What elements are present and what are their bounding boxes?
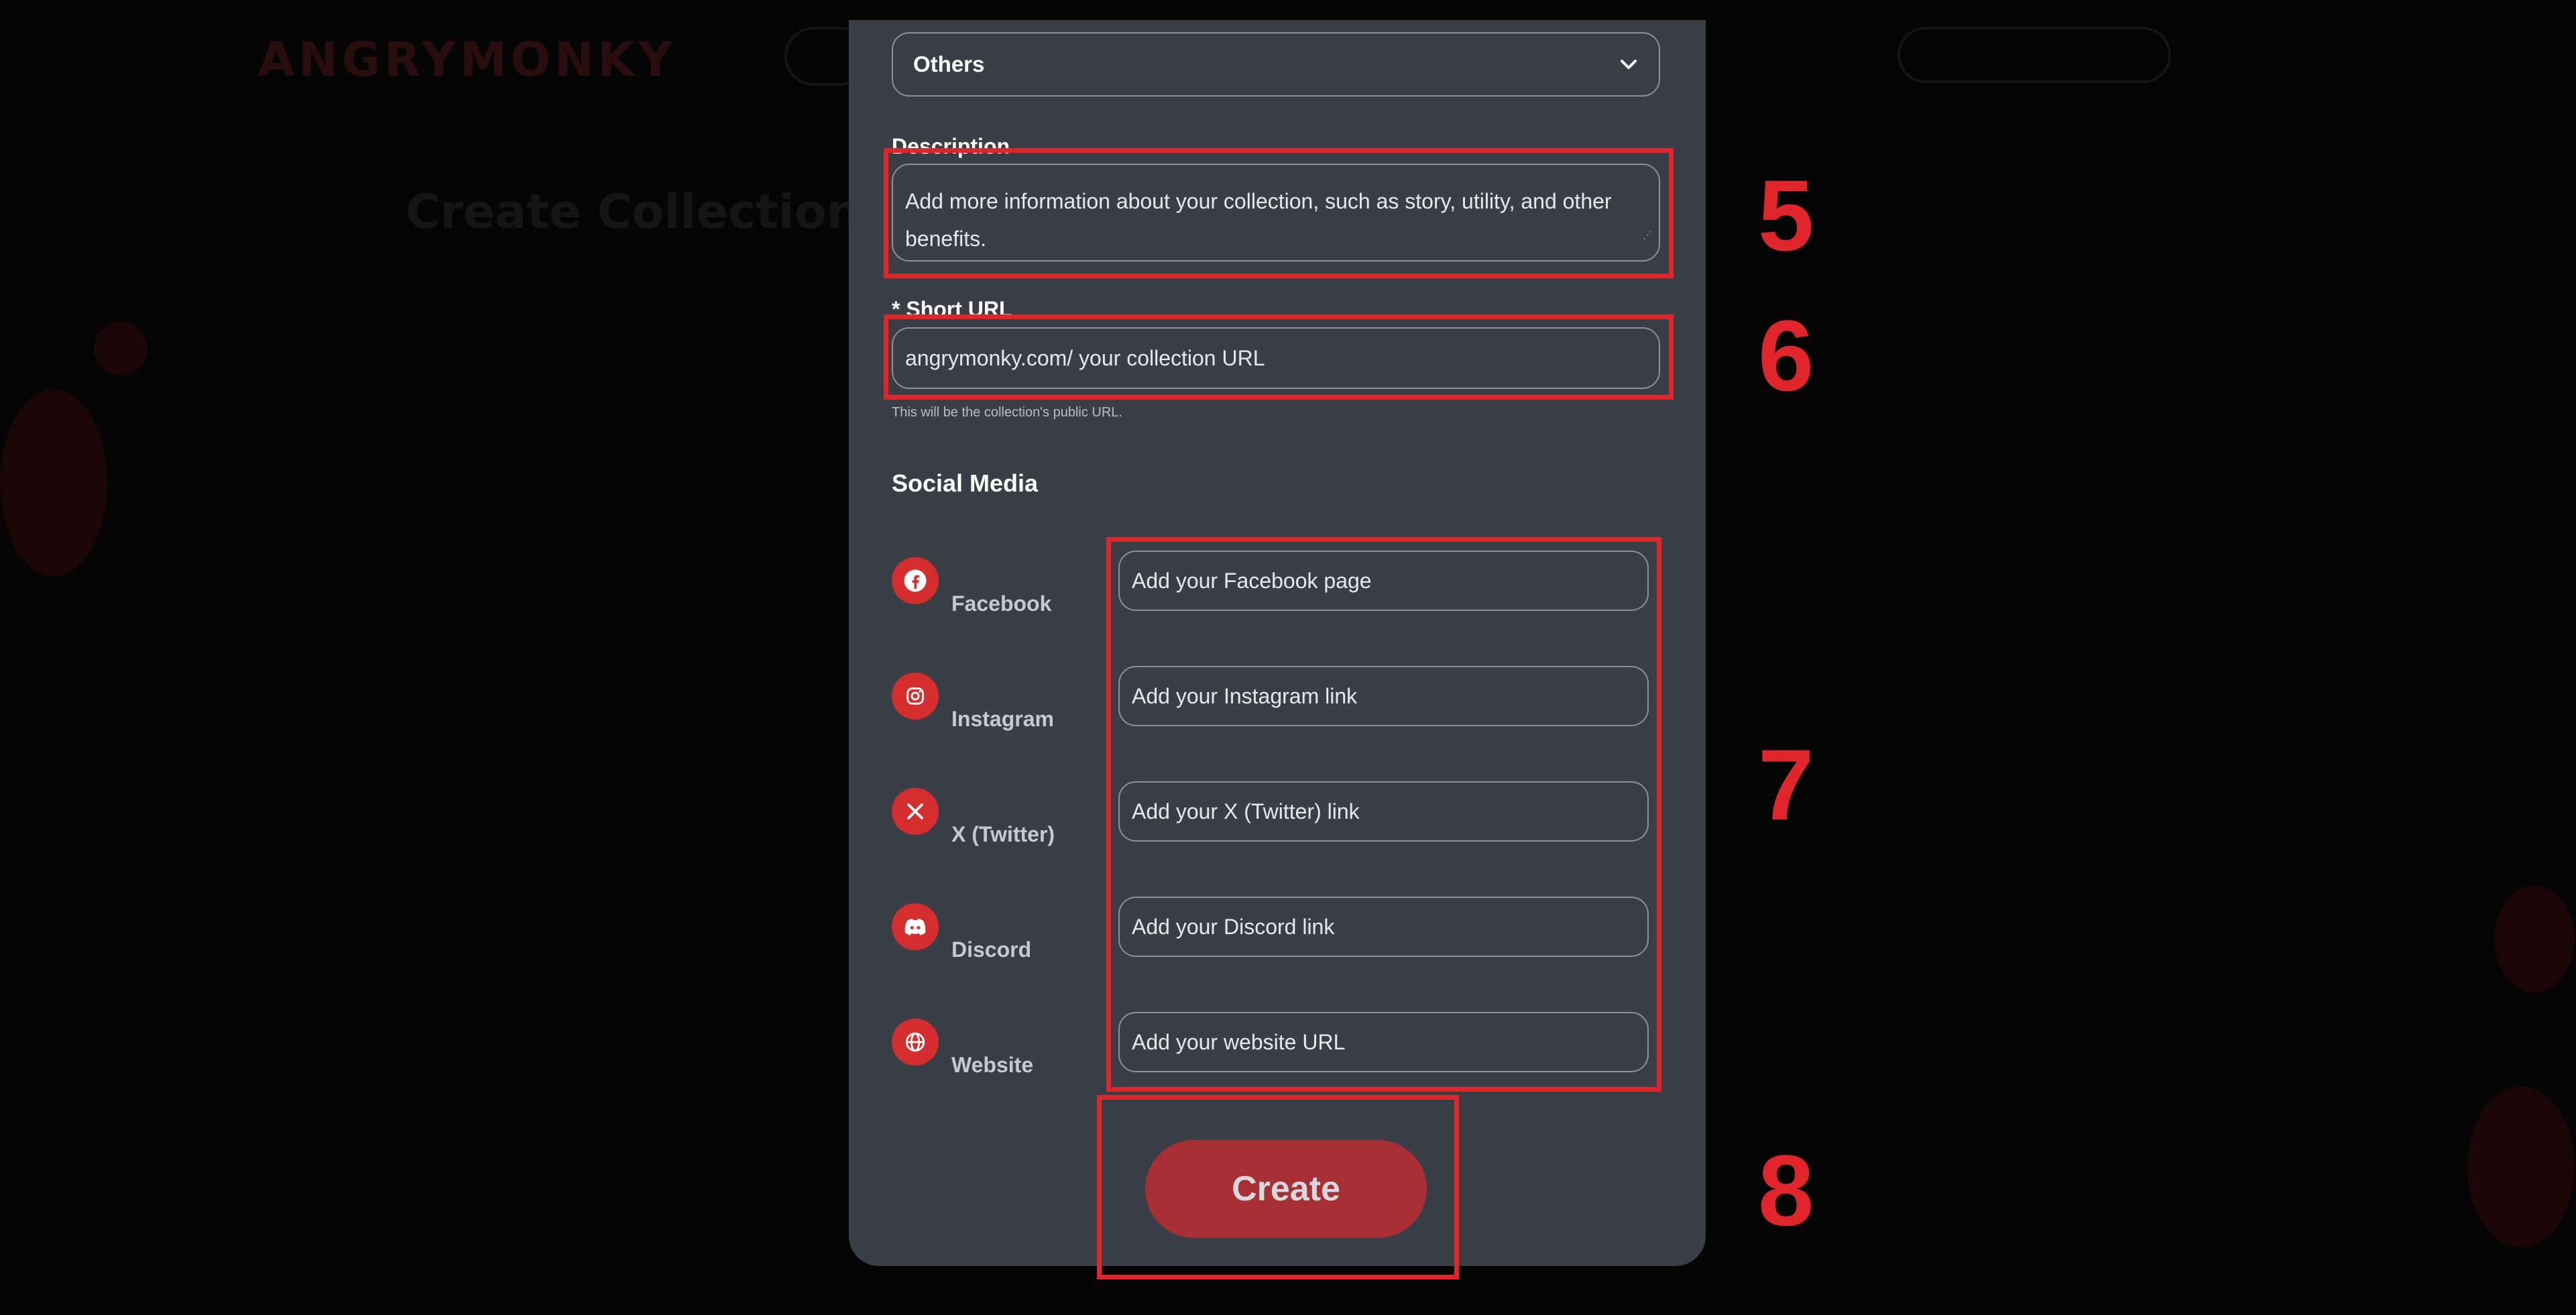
- background-decoration: [94, 322, 148, 376]
- x-twitter-icon: [892, 788, 939, 835]
- instagram-icon: [892, 673, 939, 720]
- background-decoration: [0, 389, 107, 577]
- background-wallet-pill: [1897, 27, 2171, 83]
- facebook-label: Facebook: [951, 591, 1052, 616]
- background-decoration: [2494, 885, 2575, 992]
- category-select[interactable]: Others: [892, 32, 1660, 97]
- background-decoration: [2467, 1086, 2575, 1247]
- x-twitter-label: X (Twitter): [951, 822, 1055, 846]
- annotation-box-social-media: [1106, 537, 1661, 1092]
- chevron-down-icon: [1621, 60, 1637, 69]
- discord-label: Discord: [951, 937, 1032, 962]
- annotation-number: 7: [1758, 728, 1814, 841]
- annotation-box-create: [1097, 1095, 1459, 1279]
- annotation-number: 5: [1758, 159, 1814, 272]
- instagram-label: Instagram: [951, 707, 1054, 731]
- website-label: Website: [951, 1053, 1034, 1077]
- annotation-box-description: [884, 148, 1674, 278]
- annotation-box-short-url: [884, 315, 1674, 400]
- category-select-value: Others: [913, 52, 985, 76]
- annotation-number: 6: [1758, 299, 1814, 412]
- discord-icon: [892, 903, 939, 950]
- logo: ANGRYMONKY: [258, 32, 677, 87]
- globe-icon: [892, 1019, 939, 1066]
- social-media-title: Social Media: [892, 469, 1039, 497]
- background-page-title: Create Collection: [406, 184, 860, 239]
- annotation-number: 8: [1758, 1134, 1814, 1247]
- short-url-helper: This will be the collection's public URL…: [892, 405, 1122, 420]
- facebook-icon: [892, 557, 939, 604]
